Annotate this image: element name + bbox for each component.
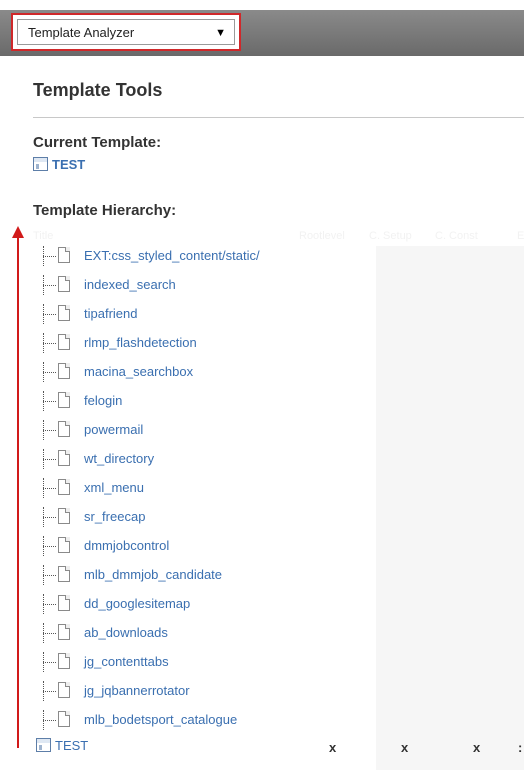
clear-const-mark: x: [473, 740, 481, 755]
file-icon: [58, 305, 70, 321]
extra-mark: :: [518, 740, 523, 755]
template-link[interactable]: jg_jqbannerrotator: [84, 683, 190, 698]
file-icon: [58, 682, 70, 698]
col-rootlevel: Rootlevel: [299, 230, 345, 242]
clear-setup-mark: x: [401, 740, 409, 755]
file-icon: [58, 334, 70, 350]
tree-connector: [40, 594, 56, 614]
annotation-arrow-head-icon: [12, 226, 24, 238]
root-template-name[interactable]: TEST: [55, 738, 88, 753]
tree-connector: [40, 478, 56, 498]
tree-connector: [40, 681, 56, 701]
template-hierarchy-label: Template Hierarchy:: [33, 202, 177, 219]
template-link[interactable]: rlmp_flashdetection: [84, 335, 197, 350]
tree-connector: [40, 362, 56, 382]
hierarchy-table-header: Title Rootlevel C. Setup C. Const E: [33, 228, 524, 244]
template-link[interactable]: mlb_dmmjob_candidate: [84, 567, 222, 582]
template-link[interactable]: jg_contenttabs: [84, 654, 169, 669]
file-icon: [58, 247, 70, 263]
file-icon: [58, 421, 70, 437]
template-link[interactable]: mlb_bodetsport_catalogue: [84, 712, 237, 727]
file-icon: [58, 595, 70, 611]
select-value: Template Analyzer: [28, 25, 135, 40]
file-icon: [58, 508, 70, 524]
tree-connector: [40, 536, 56, 556]
col-clear-setup: C. Setup: [369, 230, 412, 242]
annotation-arrow-line: [17, 236, 19, 748]
template-link[interactable]: EXT:css_styled_content/static/: [84, 248, 260, 263]
file-icon: [58, 450, 70, 466]
current-template-link[interactable]: TEST: [33, 157, 85, 175]
template-link[interactable]: macina_searchbox: [84, 364, 193, 379]
template-link[interactable]: dd_googlesitemap: [84, 596, 190, 611]
tree-connector: [40, 449, 56, 469]
file-icon: [58, 566, 70, 582]
col-extra: E: [517, 230, 524, 242]
template-link[interactable]: indexed_search: [84, 277, 176, 292]
template-link[interactable]: tipafriend: [84, 306, 137, 321]
file-icon: [58, 276, 70, 292]
current-template-label: Current Template:: [33, 134, 162, 151]
rootlevel-mark: x: [329, 740, 337, 755]
template-icon: [36, 738, 51, 752]
tree-connector: [40, 710, 56, 730]
file-icon: [58, 479, 70, 495]
tree-connector: [40, 275, 56, 295]
root-template-link[interactable]: TEST: [36, 738, 88, 753]
file-icon: [58, 392, 70, 408]
file-icon: [58, 624, 70, 640]
tree-connector: [40, 565, 56, 585]
select-field[interactable]: Template Analyzer ▼: [17, 19, 235, 45]
file-icon: [58, 537, 70, 553]
tree-connector: [40, 304, 56, 324]
tree-connector: [40, 246, 56, 266]
tree-connector: [40, 420, 56, 440]
col-clear-const: C. Const: [435, 230, 478, 242]
template-link[interactable]: wt_directory: [84, 451, 154, 466]
file-icon: [58, 363, 70, 379]
tree-connector: [40, 333, 56, 353]
tree-connector: [40, 391, 56, 411]
template-link[interactable]: dmmjobcontrol: [84, 538, 169, 553]
module-function-select[interactable]: Template Analyzer ▼: [11, 13, 241, 51]
page-title: Template Tools: [33, 80, 163, 100]
file-icon: [58, 653, 70, 669]
tree-connector: [40, 507, 56, 527]
template-link[interactable]: ab_downloads: [84, 625, 168, 640]
divider: [33, 117, 524, 118]
template-link[interactable]: xml_menu: [84, 480, 144, 495]
file-icon: [58, 711, 70, 727]
dropdown-arrow-icon[interactable]: ▼: [215, 20, 226, 46]
template-link[interactable]: felogin: [84, 393, 122, 408]
tree-connector: [40, 623, 56, 643]
current-template-name[interactable]: TEST: [52, 157, 85, 172]
template-icon: [33, 157, 48, 171]
template-link[interactable]: powermail: [84, 422, 143, 437]
table-flag-column-bg: [376, 246, 524, 770]
tree-connector: [40, 652, 56, 672]
template-link[interactable]: sr_freecap: [84, 509, 145, 524]
col-title: Title: [33, 230, 54, 242]
